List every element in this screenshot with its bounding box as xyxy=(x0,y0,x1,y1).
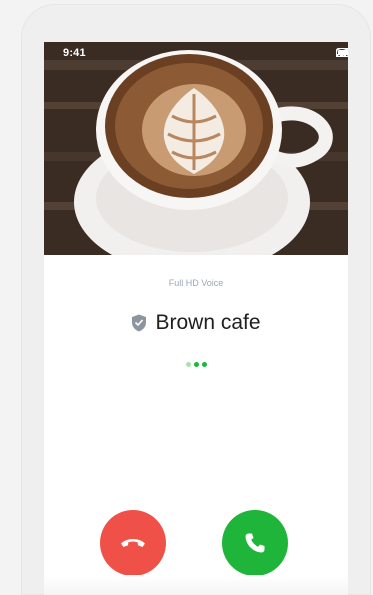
screen-bottom-edge xyxy=(44,575,348,595)
status-bar: 9:41 xyxy=(44,42,348,64)
call-screen: 9:41 Full HD Voice Brown cafe xyxy=(44,42,348,595)
calling-dot xyxy=(193,362,199,367)
phone-icon xyxy=(245,533,265,553)
calling-dot xyxy=(201,362,207,367)
coffee-cup-image xyxy=(44,42,348,255)
caller-name: Brown cafe xyxy=(155,311,261,334)
phone-frame: 9:41 Full HD Voice Brown cafe xyxy=(21,4,371,595)
calling-indicator xyxy=(44,362,348,367)
shield-icon xyxy=(132,314,147,332)
caller-info: Brown cafe xyxy=(44,311,348,335)
voice-quality-label: Full HD Voice xyxy=(168,278,224,288)
decline-call-button[interactable] xyxy=(100,510,166,576)
battery-icon xyxy=(336,48,348,57)
phone-hangup-icon xyxy=(121,539,145,547)
caller-photo: 9:41 xyxy=(44,42,348,255)
calling-dot xyxy=(185,362,191,367)
accept-call-button[interactable] xyxy=(222,510,288,576)
status-time: 9:41 xyxy=(63,47,86,59)
